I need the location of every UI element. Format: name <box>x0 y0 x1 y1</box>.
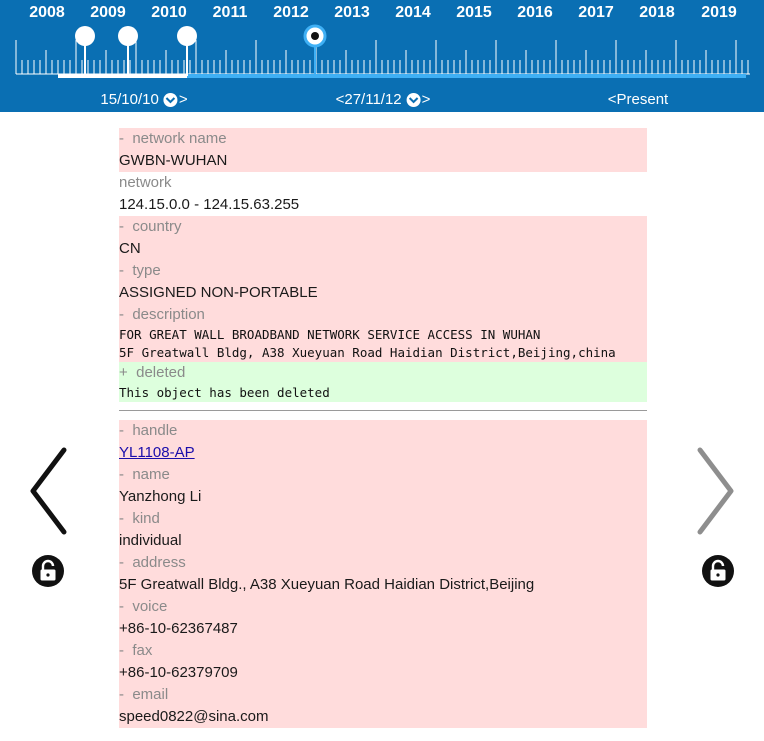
field-group-removed: - country CN - type ASSIGNED NON-PORTABL… <box>119 216 647 362</box>
diff-marker: - <box>119 598 124 615</box>
field-network-name: - network name GWBN-WUHAN <box>119 128 647 172</box>
end-date-text: Present <box>616 91 669 108</box>
field-network: network 124.15.0.0 - 124.15.63.255 <box>119 172 647 216</box>
field-value: ASSIGNED NON-PORTABLE <box>119 284 318 301</box>
field-label: - description <box>119 304 647 326</box>
field-label: - fax <box>119 640 647 662</box>
whois-record: - network name GWBN-WUHAN network 124.15… <box>119 128 647 728</box>
diff-marker: - <box>119 510 124 527</box>
greater-than-glyph: > <box>178 91 188 108</box>
field-value: speed0822@sina.com <box>119 708 269 725</box>
prev-button[interactable] <box>26 446 70 541</box>
field-label: - name <box>119 464 647 486</box>
field-value: +86-10-62367487 <box>119 620 238 637</box>
field-value: YL1108-AP <box>119 442 647 464</box>
chevron-down-icon[interactable] <box>163 92 178 107</box>
diff-marker: - <box>119 306 124 323</box>
field-label: - handle <box>119 420 647 442</box>
chevron-right-icon[interactable] <box>694 446 738 536</box>
field-label: network <box>119 174 172 191</box>
handle-link[interactable]: YL1108-AP <box>119 444 195 461</box>
description-line: FOR GREAT WALL BROADBAND NETWORK SERVICE… <box>119 327 541 342</box>
unlock-button-left[interactable] <box>32 555 64 592</box>
diff-marker: - <box>119 642 124 659</box>
field-label-text: deleted <box>136 364 186 381</box>
end-date-label[interactable]: < Present <box>608 91 668 108</box>
range-white <box>58 74 187 78</box>
timeline-bar[interactable]: 2008 2009 2010 2011 2012 2013 2014 2015 … <box>0 0 764 112</box>
field-label-text: type <box>132 262 161 279</box>
field-label-text: handle <box>132 422 178 439</box>
field-label: + deleted <box>119 362 647 384</box>
field-label: - voice <box>119 596 647 618</box>
field-label-text: country <box>132 218 182 235</box>
range-selected <box>187 74 746 78</box>
diff-marker: - <box>119 130 124 147</box>
current-date-label[interactable]: <27/11/12 > <box>336 91 431 108</box>
field-value: individual <box>119 532 182 549</box>
field-label-text: kind <box>132 510 160 527</box>
field-label: - country <box>119 216 647 238</box>
field-label: - address <box>119 552 647 574</box>
diff-marker: - <box>119 686 124 703</box>
timeline-marker[interactable] <box>177 26 197 46</box>
diff-marker: - <box>119 466 124 483</box>
field-label: - network name <box>119 128 647 150</box>
field-value: +86-10-62379709 <box>119 664 238 681</box>
field-label-text: name <box>132 466 170 483</box>
description-line: 5F Greatwall Bldg, A38 Xueyuan Road Haid… <box>119 345 616 360</box>
field-value: 124.15.0.0 - 124.15.63.255 <box>119 196 300 213</box>
field-label-text: network name <box>132 130 227 147</box>
current-date-prefix: < <box>335 91 345 108</box>
timeline-marker[interactable] <box>75 26 95 46</box>
diff-marker: + <box>119 364 128 381</box>
selected-marker-dot <box>311 32 319 40</box>
greater-than-glyph: > <box>421 91 431 108</box>
field-value: GWBN-WUHAN <box>119 152 228 169</box>
diff-marker: - <box>119 262 124 279</box>
diff-marker: - <box>119 218 124 235</box>
field-label-text: address <box>132 554 186 571</box>
field-label-text: description <box>132 306 205 323</box>
field-value: Yanzhong Li <box>119 488 202 505</box>
field-label-text: email <box>132 686 169 703</box>
diff-marker: - <box>119 422 124 439</box>
unlock-icon[interactable] <box>702 555 734 587</box>
start-date-text: 15/10/10 <box>100 91 159 108</box>
field-label: - email <box>119 684 647 706</box>
chevron-down-icon[interactable] <box>406 92 421 107</box>
field-label-text: voice <box>132 598 168 615</box>
start-date-label[interactable]: 15/10/10 > <box>100 91 187 108</box>
next-button[interactable] <box>694 446 738 541</box>
field-label: - kind <box>119 508 647 530</box>
field-value: CN <box>119 240 141 257</box>
field-label: - type <box>119 260 647 282</box>
field-value: 5F Greatwall Bldg., A38 Xueyuan Road Hai… <box>119 576 535 593</box>
field-deleted: + deleted This object has been deleted <box>119 362 647 402</box>
current-date-text: 27/11/12 <box>344 91 402 108</box>
diff-marker: - <box>119 554 124 571</box>
chevron-left-icon[interactable] <box>26 446 70 536</box>
timeline-marker[interactable] <box>118 26 138 46</box>
contact-record: - handle YL1108-AP - name Yanzhong Li - … <box>119 420 647 728</box>
unlock-button-right[interactable] <box>702 555 734 592</box>
timeline-ruler[interactable] <box>0 0 764 80</box>
field-label-text: fax <box>132 642 153 659</box>
unlock-icon[interactable] <box>32 555 64 587</box>
divider <box>119 410 647 411</box>
field-value: This object has been deleted <box>119 385 330 400</box>
end-date-prefix: < <box>607 91 617 108</box>
